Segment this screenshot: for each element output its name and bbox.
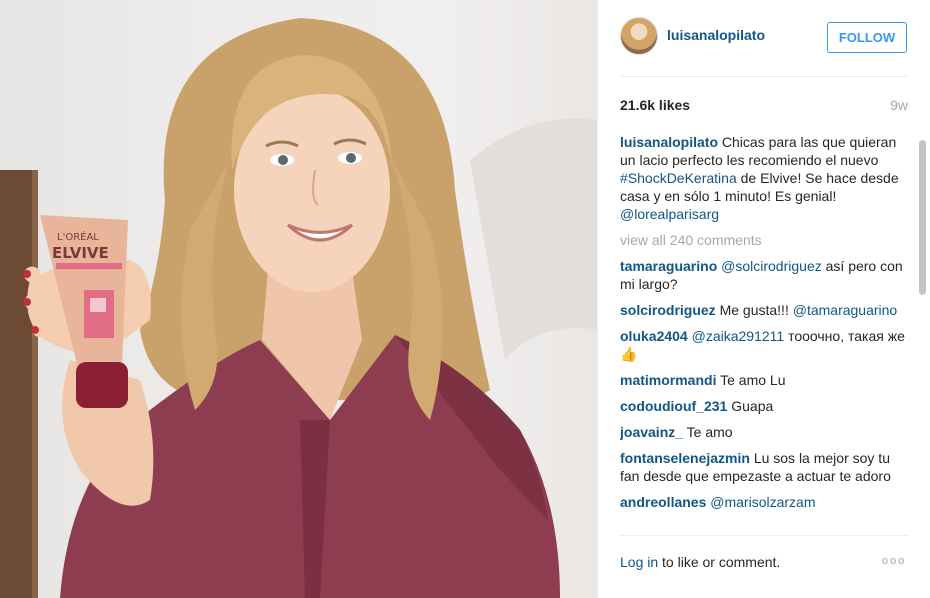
comment-text: Te amo Lu [720,372,786,388]
comment-user[interactable]: solcirodriguez [620,302,716,318]
comment-user[interactable]: andreollanes [620,494,706,510]
instagram-post: L'ORÉAL ELVIVE luisanalopilato FOLLOW 21… [0,0,930,598]
comment-user[interactable]: fontanselenejazmin [620,450,750,466]
comment-text: Me gusta!!! [719,302,789,318]
post-age[interactable]: 9w [890,97,908,113]
comment-mention[interactable]: @tamaraguarino [793,302,898,318]
post-photo-illustration: L'ORÉAL ELVIVE [0,18,597,598]
caption-mention[interactable]: @lorealparisarg [620,206,719,222]
login-link[interactable]: Log in [620,554,658,570]
comment-item: matimormandi Te amo Lu [620,371,911,389]
avatar[interactable] [620,17,658,55]
post-photo[interactable]: L'ORÉAL ELVIVE [0,0,597,598]
product-name: ELVIVE [52,244,109,262]
door-frame [0,170,32,598]
comment-user[interactable]: tamaraguarino [620,258,717,274]
post-sidebar: luisanalopilato FOLLOW 21.6k likes 9w lu… [597,0,930,598]
caption-hashtag[interactable]: #ShockDeKeratina [620,170,737,186]
scrollbar-thumb[interactable] [919,140,926,295]
comment-text: Guapa [731,398,774,414]
likes-count[interactable]: 21.6k likes [620,97,690,113]
divider [620,76,909,77]
divider [620,535,909,536]
comment-item: tamaraguarino @solcirodriguez así pero c… [620,257,911,293]
comment-item: solcirodriguez Me gusta!!! @tamaraguarin… [620,301,911,319]
comments-scrollbar[interactable] [919,130,926,530]
comment-item: andreollanes @marisolzarzam [620,493,911,511]
comments-list[interactable]: luisanalopilato Chicas para las que quie… [620,133,911,528]
comment-user[interactable]: codoudiouf_231 [620,398,727,414]
product-brand: L'ORÉAL [57,230,99,243]
comment-mention[interactable]: @zaika291211 [692,328,785,344]
login-prompt-text: to like or comment. [662,554,781,570]
comment-user[interactable]: joavainz_ [620,424,683,440]
comment-item: oluka2404 @zaika291211 тооочно, такая же… [620,327,911,363]
view-all-comments-link[interactable]: view all 240 comments [620,231,911,249]
comment-user[interactable]: oluka2404 [620,328,688,344]
post-header: luisanalopilato FOLLOW [598,0,930,76]
caption-user[interactable]: luisanalopilato [620,134,718,150]
login-prompt: Log in to like or comment. [620,554,780,570]
follow-button[interactable]: FOLLOW [827,22,907,53]
username-link[interactable]: luisanalopilato [667,27,765,43]
comment-item: joavainz_ Te amo [620,423,911,441]
comment-user[interactable]: matimormandi [620,372,716,388]
comment-mention[interactable]: @solcirodriguez [721,258,822,274]
caption: luisanalopilato Chicas para las que quie… [620,133,911,223]
comment-item: codoudiouf_231 Guapa [620,397,911,415]
comment-text: Te amo [686,424,733,440]
comment-item: fontanselenejazmin Lu sos la mejor soy t… [620,449,911,485]
more-options-icon[interactable]: ooo [882,555,906,567]
comment-mention[interactable]: @marisolzarzam [710,494,815,510]
